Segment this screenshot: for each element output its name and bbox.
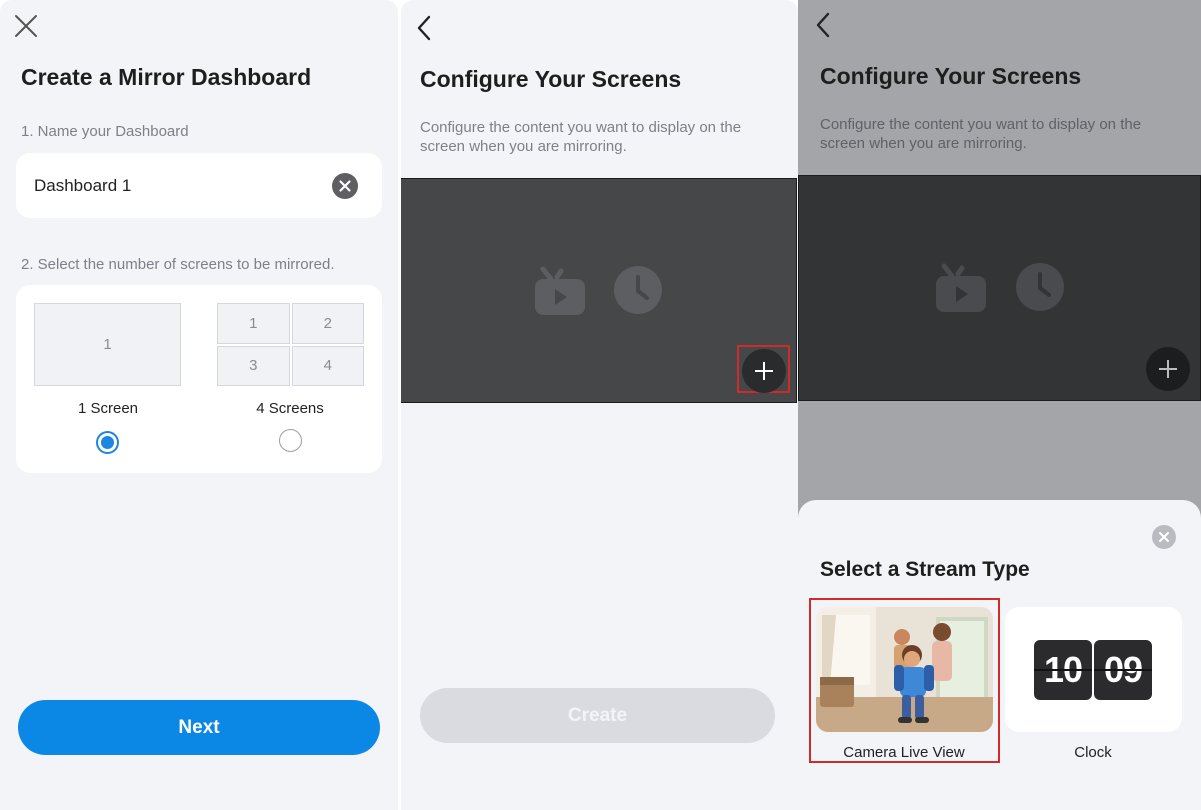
select-stream-panel: Configure Your Screens Configure the con… [798,0,1201,810]
back-icon[interactable] [814,11,834,39]
clear-icon [339,180,351,192]
page-description: Configure the content you want to displa… [820,116,1142,152]
create-dashboard-panel: Create a Mirror Dashboard 1. Name your D… [0,0,398,810]
four-screens-label: 4 Screens [256,400,324,417]
four-screens-preview[interactable]: 1 2 3 4 [217,303,364,386]
screen-cell: 3 [217,345,290,386]
step-1-label: 1. Name your Dashboard [21,123,189,140]
clock-icon [614,266,662,314]
page-title: Create a Mirror Dashboard [21,64,312,90]
one-screen-radio[interactable] [96,431,119,454]
step-2-label: 2. Select the number of screens to be mi… [21,256,335,273]
camera-live-view-label: Camera Live View [843,744,965,761]
clock-hours: 10 [1034,640,1092,700]
page-title: Configure Your Screens [820,63,1082,89]
close-icon [1159,532,1169,542]
plus-icon [755,362,773,380]
plus-icon [1159,360,1177,378]
clock-label: Clock [1074,744,1112,761]
screen-cell: 1 [217,303,290,344]
clock-minutes: 09 [1094,640,1152,700]
clear-input-button[interactable] [332,173,358,199]
screen-cell: 2 [291,303,364,344]
add-stream-button[interactable] [742,349,786,393]
back-icon[interactable] [415,14,435,42]
sheet-title: Select a Stream Type [820,558,1030,581]
next-button[interactable]: Next [18,700,380,755]
screen-preview [401,178,797,403]
four-screens-radio[interactable] [279,429,302,452]
page-description: Configure the content you want to displa… [420,119,742,155]
add-stream-button[interactable] [1146,347,1190,391]
camera-preview-image [816,607,993,732]
sheet-close-button[interactable] [1152,525,1176,549]
one-screen-label: 1 Screen [77,400,139,417]
screen-preview [798,175,1201,401]
camera-live-view-option[interactable] [816,607,993,732]
one-screen-preview[interactable]: 1 [34,303,181,386]
video-icon [936,263,986,312]
clock-icon [1016,263,1064,311]
page-title: Configure Your Screens [420,66,682,92]
screen-cell: 4 [291,345,364,386]
close-icon[interactable] [14,14,38,38]
screen-cell: 1 [103,336,112,353]
clock-option[interactable]: 10 09 [1005,607,1182,732]
create-button[interactable]: Create [420,688,775,743]
video-icon [535,266,585,315]
configure-screens-panel: Configure Your Screens Configure the con… [401,0,798,810]
dashboard-name-input[interactable] [34,176,314,196]
